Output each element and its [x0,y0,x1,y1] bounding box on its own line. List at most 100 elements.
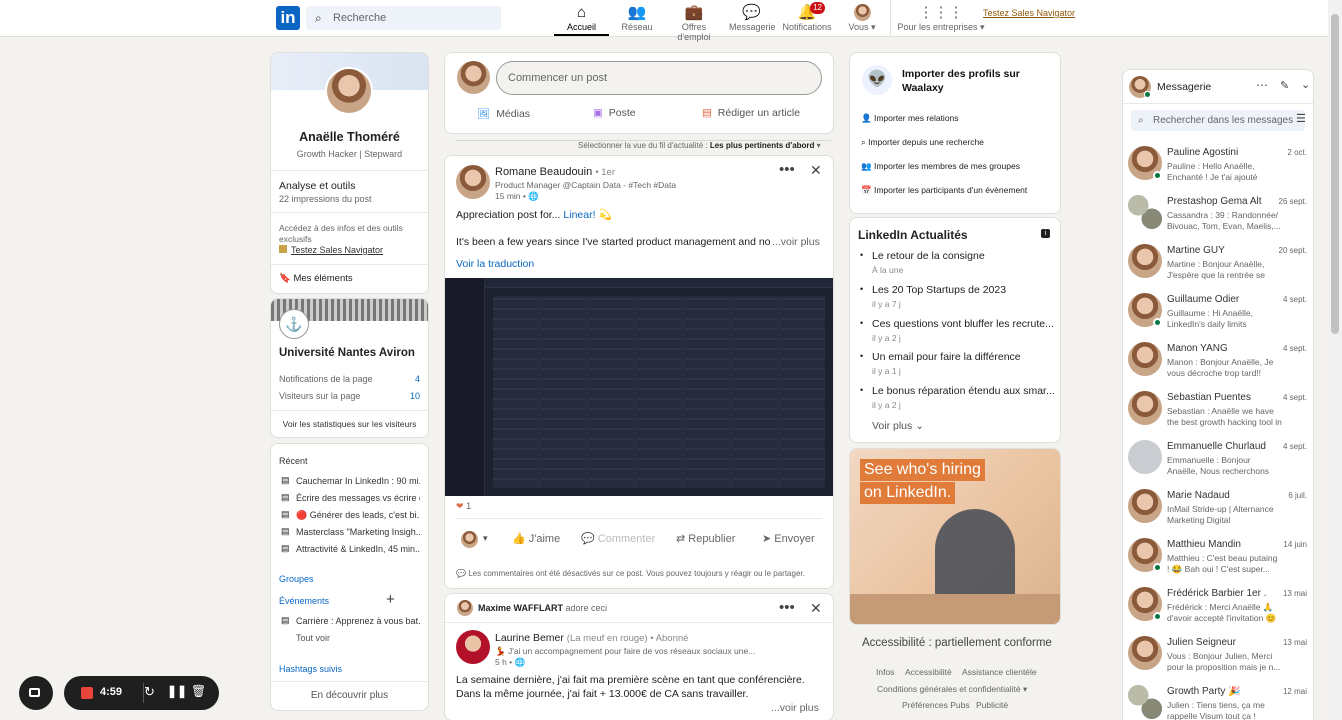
nav-home[interactable]: ⌂ Accueil [554,3,609,36]
camera-toggle-button[interactable] [19,676,53,710]
event-item[interactable]: Carrière : Apprenez à vous bat... [296,616,420,626]
see-all-events-link[interactable]: Tout voir [296,633,330,643]
recent-item[interactable]: Écrire des messages vs écrire d... [296,493,420,503]
footer-link[interactable]: Accessibilité [905,667,952,677]
react-as-avatar[interactable] [461,531,478,548]
page-stats-link[interactable]: Voir les statistiques sur les visiteurs [271,419,428,429]
page-name[interactable]: Université Nantes Aviron [279,347,415,359]
message-thread[interactable]: Growth Party 🎉 12 mai Julien : Tiens tiens… [1123,681,1313,720]
recent-item[interactable]: Attractivité & LinkedIn, 45 min... [296,544,420,554]
nav-messaging[interactable]: 💬 Messagerie [729,3,776,32]
nav-me[interactable]: Vous ▾ [844,3,880,33]
import-event-button[interactable]: 📅 Importer les participants d'un évèneme… [861,185,1027,196]
analytics-sub[interactable]: 22 impressions du post [279,194,372,204]
info-icon[interactable]: i [1041,229,1050,238]
message-search-input[interactable]: ⌕ Rechercher dans les messages [1131,110,1305,131]
sales-navigator-link[interactable]: Testez Sales Navigator [983,8,1075,18]
post-image[interactable] [445,278,833,496]
see-more-link[interactable]: ...voir plus [771,702,819,714]
groups-link[interactable]: Groupes [279,574,314,584]
post-author-avatar[interactable] [456,630,490,664]
start-post-input[interactable]: Commencer un post [496,61,822,95]
message-thread[interactable]: Emmanuelle Churlaud 4 sept. Emmanuelle : B… [1123,436,1313,485]
hiring-ad[interactable]: See who's hiring on LinkedIn. [850,449,1060,624]
media-button[interactable]: 🖼 Médias [477,107,530,120]
import-connections-button[interactable]: 👤 Importer mes relations [861,113,959,124]
like-button[interactable]: 👍 J'aime [512,532,560,545]
scrollbar-thumb[interactable] [1331,14,1339,334]
messaging-title[interactable]: Messagerie [1157,81,1211,93]
pause-icon[interactable]: ❚❚ [167,684,187,698]
news-see-more[interactable]: Voir plus ⌄ [872,420,924,432]
more-options-icon[interactable]: ••• [779,599,795,616]
post-button[interactable]: ▣ Poste [593,107,636,119]
post-mention[interactable]: Linear! [563,209,595,221]
saved-items-link[interactable]: 🔖 Mes éléments [279,273,353,284]
nav-network[interactable]: 👥 Réseau [617,3,657,32]
message-thread[interactable]: Prestashop Gema Alt 26 sept. Cassandra : 3… [1123,191,1313,240]
recent-item[interactable]: Cauchemar In LinkedIn : 90 mi... [296,476,420,486]
events-link[interactable]: Événements [279,596,329,606]
message-thread[interactable]: Frédérick Barbier 1er ... 13 mai Frédérick… [1123,583,1313,632]
translate-link[interactable]: Voir la traduction [456,258,534,270]
send-button[interactable]: ➤ Envoyer [762,532,815,545]
see-more-link[interactable]: ...voir plus [770,236,820,248]
news-item[interactable]: Un email pour faire la différence [872,351,1021,363]
add-event-icon[interactable]: + [386,591,395,608]
stop-recording-button[interactable] [81,687,93,699]
message-thread[interactable]: Sebastian Puentes 4 sept. Sebastian : Anaë… [1123,387,1313,436]
feed-sort[interactable]: Sélectionner la vue du fil d'actualité :… [578,141,821,150]
more-options-icon[interactable]: ••• [779,161,795,178]
news-item[interactable]: Les 20 Top Startups de 2023 [872,284,1006,296]
nav-for-business[interactable]: ⋮⋮⋮ Pour les entreprises ▾ [897,3,985,33]
footer-link[interactable]: Publicité [976,700,1008,710]
footer-link[interactable]: Infos [876,667,894,677]
chevron-down-icon[interactable]: ⌄ [1301,78,1310,91]
message-thread[interactable]: Martine GUY 20 sept. Martine : Bonjour Ana… [1123,240,1313,289]
page-scrollbar[interactable] [1328,0,1342,720]
hashtags-link[interactable]: Hashtags suivis [279,664,342,674]
message-thread[interactable]: Guillaume Odier 4 sept. Guillaume : Hi Ana… [1123,289,1313,338]
repost-button[interactable]: ⇄ Republier [676,532,735,545]
footer-link[interactable]: Préférences Pubs [902,700,970,710]
page-visitors-value[interactable]: 10 [410,391,420,401]
page-notifications-value[interactable]: 4 [415,374,420,384]
nav-jobs[interactable]: 💼 Offres d'emploi [664,3,724,42]
news-item[interactable]: Le bonus réparation étendu aux smar... [872,385,1055,397]
page-notifications-label[interactable]: Notifications de la page [279,374,373,384]
reaction-count[interactable]: ❤ 1 [456,501,471,512]
profile-avatar[interactable] [325,67,373,115]
page-visitors-label[interactable]: Visiteurs sur la page [279,391,360,401]
search-input[interactable]: ⌕ Recherche [306,6,501,30]
trash-icon[interactable]: 🗑 [191,684,206,698]
post-author-name[interactable]: Romane Beaudouin • 1er [495,166,615,178]
recent-item[interactable]: Masterclass "Marketing Insigh... [296,527,420,537]
restart-icon[interactable]: ↻ [144,684,155,700]
more-options-icon[interactable]: ⋯ [1256,78,1268,92]
caret-down-icon[interactable]: ▾ [483,533,488,544]
footer-link[interactable]: Conditions générales et confidentialité … [877,684,1027,695]
write-article-button[interactable]: ▤ Rédiger un article [702,107,800,119]
linkedin-logo[interactable]: in [276,6,300,30]
post-author-avatar[interactable] [456,165,490,199]
news-item[interactable]: Le retour de la consigne [872,250,985,262]
filter-icon[interactable]: ☰ [1296,112,1306,125]
profile-name[interactable]: Anaëlle Thoméré [271,130,428,144]
analytics-title[interactable]: Analyse et outils [279,180,355,192]
page-logo[interactable]: ⚓ [279,309,309,339]
import-search-button[interactable]: ⌕ Importer depuis une recherche [861,137,984,148]
footer-link[interactable]: Assistance clientèle [962,667,1037,677]
recent-item[interactable]: 🔴 Générer des leads, c'est bi... [296,510,420,521]
import-groups-button[interactable]: 👥 Importer les membres de mes groupes [861,161,1020,172]
message-thread[interactable]: Julien Seigneur 13 mai Vous : Bonjour Juli… [1123,632,1313,681]
message-thread[interactable]: Pauline Agostini 2 oct. Pauline : Hello An… [1123,142,1313,191]
close-icon[interactable]: ✕ [810,600,822,617]
nav-notifications[interactable]: 🔔 12 Notifications [781,2,833,32]
accessibility-status[interactable]: Accessibilité : partiellement conforme [862,637,1052,649]
close-icon[interactable]: ✕ [810,162,822,179]
news-item[interactable]: Ces questions vont bluffer les recrute..… [872,318,1054,330]
message-thread[interactable]: Matthieu Mandin 14 juin Matthieu : C'est b… [1123,534,1313,583]
post-author-name[interactable]: Laurine Bemer (La meuf en rouge) • Abonn… [495,632,688,644]
message-thread[interactable]: Manon YANG 4 sept. Manon : Bonjour Anaëlle… [1123,338,1313,387]
liker-avatar[interactable] [457,600,473,616]
